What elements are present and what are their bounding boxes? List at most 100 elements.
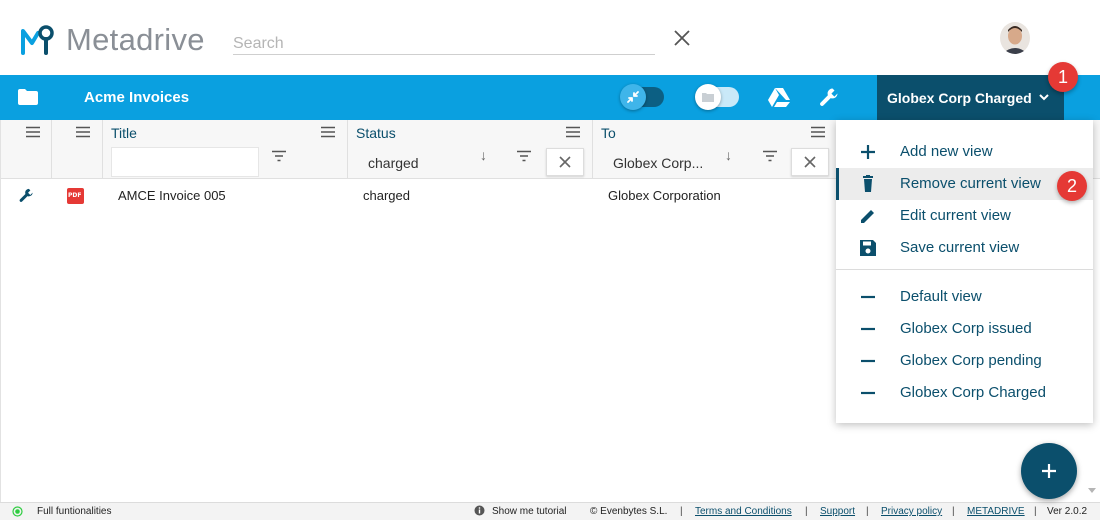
add-button[interactable] [1021, 443, 1077, 499]
filter-icon[interactable] [516, 150, 532, 162]
status-filter-input[interactable]: charged [356, 149, 476, 177]
save-view-menu-item[interactable]: Save current view [836, 232, 1093, 264]
toggle-knob [695, 84, 721, 110]
menu-icon[interactable] [810, 126, 826, 138]
status-column-header[interactable]: Status charged ↓ [348, 120, 593, 179]
globex-pending-menu-item[interactable]: Globex Corp pending [836, 345, 1093, 377]
menu-item-label: Add new view [900, 143, 993, 160]
folder-icon [702, 93, 714, 102]
status-text: Full funtionalities [37, 506, 112, 517]
copyright-text: © Evenbytes S.L. [590, 506, 668, 517]
avatar[interactable] [1000, 22, 1030, 54]
minus-icon [861, 295, 875, 299]
title-cell[interactable]: AMCE Invoice 005 [118, 188, 226, 203]
version-text: Ver 2.0.2 [1047, 506, 1088, 517]
globex-charged-menu-item[interactable]: Globex Corp Charged [836, 377, 1093, 409]
menu-item-label: Globex Corp Charged [900, 384, 1046, 401]
drive-toolbar: Acme Invoices Globex Corp Charged [0, 75, 1100, 120]
metadrive-logo-icon [21, 25, 54, 55]
user-photo-icon [1000, 22, 1030, 54]
title-column-header[interactable]: Title [103, 120, 348, 179]
menu-icon[interactable] [320, 126, 336, 138]
to-cell: Globex Corporation [608, 188, 721, 203]
folders-toggle[interactable] [695, 84, 739, 110]
app-logo[interactable]: Metadrive [20, 22, 205, 58]
info-icon[interactable] [474, 505, 485, 516]
google-drive-icon[interactable] [767, 87, 791, 108]
default-view-menu-item[interactable]: Default view [836, 281, 1093, 313]
footer-separator: | [1034, 506, 1037, 517]
globex-issued-menu-item[interactable]: Globex Corp issued [836, 313, 1093, 345]
support-link[interactable]: Support [820, 506, 855, 517]
minus-icon [861, 327, 875, 331]
view-selector[interactable]: Globex Corp Charged [877, 75, 1064, 120]
filter-icon[interactable] [271, 150, 287, 162]
app-name: Metadrive [66, 22, 205, 57]
sort-down-icon[interactable]: ↓ [480, 147, 487, 163]
toggle-knob [620, 84, 646, 110]
menu-divider [836, 269, 1093, 270]
plus-icon [1042, 464, 1056, 478]
clear-filter-button[interactable] [546, 148, 584, 176]
menu-item-label: Save current view [900, 239, 1020, 256]
filter-icon[interactable] [762, 150, 778, 162]
close-icon [559, 156, 571, 168]
footer-separator: | [952, 506, 955, 517]
edit-view-menu-item[interactable]: Edit current view [836, 200, 1093, 232]
trash-icon [863, 175, 873, 192]
column-label: To [601, 125, 616, 141]
file-type-label: PDF [68, 192, 82, 199]
type-column-header [52, 120, 103, 179]
close-icon [804, 156, 816, 168]
column-label: Title [111, 125, 137, 141]
folder-icon[interactable] [17, 88, 39, 106]
floppy-icon [860, 240, 876, 256]
footer-separator: | [866, 506, 869, 517]
tutorial-link[interactable]: Show me tutorial [492, 506, 566, 517]
menu-item-label: Globex Corp issued [900, 320, 1032, 337]
drive-title[interactable]: Acme Invoices [84, 89, 189, 106]
to-column-header[interactable]: To Globex Corp... ↓ [593, 120, 838, 179]
compress-icon [627, 91, 639, 103]
pencil-icon [861, 210, 874, 223]
minus-icon [861, 391, 875, 395]
sort-down-icon[interactable]: ↓ [725, 147, 732, 163]
column-label: Status [356, 125, 396, 141]
step-badge: 2 [1057, 171, 1087, 201]
compact-toggle[interactable] [620, 84, 664, 110]
menu-icon[interactable] [565, 126, 581, 138]
current-view-label: Globex Corp Charged [887, 89, 1032, 106]
status-indicator-icon [12, 506, 23, 517]
menu-item-label: Default view [900, 288, 982, 305]
status-cell: charged [363, 188, 410, 203]
scroll-down-arrow-icon[interactable] [1087, 487, 1097, 495]
status-footer: Full funtionalities Show me tutorial © E… [0, 502, 1100, 520]
view-menu: Add new view Remove current view Edit cu… [836, 120, 1093, 423]
wrench-icon[interactable] [18, 187, 36, 205]
privacy-link[interactable]: Privacy policy [881, 506, 942, 517]
wrench-icon[interactable] [818, 86, 842, 110]
clear-filter-button[interactable] [791, 148, 829, 176]
title-filter-input[interactable] [111, 147, 259, 177]
menu-item-label: Edit current view [900, 207, 1011, 224]
terms-link[interactable]: Terms and Conditions [695, 506, 792, 517]
menu-item-label: Remove current view [900, 175, 1041, 192]
step-badge: 1 [1048, 62, 1078, 92]
menu-icon[interactable] [75, 126, 91, 138]
close-icon[interactable] [672, 28, 692, 48]
menu-icon[interactable] [25, 126, 41, 138]
footer-separator: | [680, 506, 683, 517]
menu-item-label: Globex Corp pending [900, 352, 1042, 369]
minus-icon [861, 359, 875, 363]
to-filter-input[interactable]: Globex Corp... [601, 149, 721, 177]
metadrive-link[interactable]: METADRIVE [967, 506, 1025, 517]
pdf-file-icon: PDF [67, 188, 84, 204]
search-input[interactable] [233, 33, 655, 55]
chevron-down-icon [1039, 94, 1049, 101]
plus-icon [861, 145, 875, 159]
add-view-menu-item[interactable]: Add new view [836, 136, 1093, 168]
remove-view-menu-item[interactable]: Remove current view [836, 168, 1093, 200]
top-header: Metadrive [0, 0, 1100, 75]
footer-separator: | [805, 506, 808, 517]
actions-column-header [1, 120, 52, 179]
